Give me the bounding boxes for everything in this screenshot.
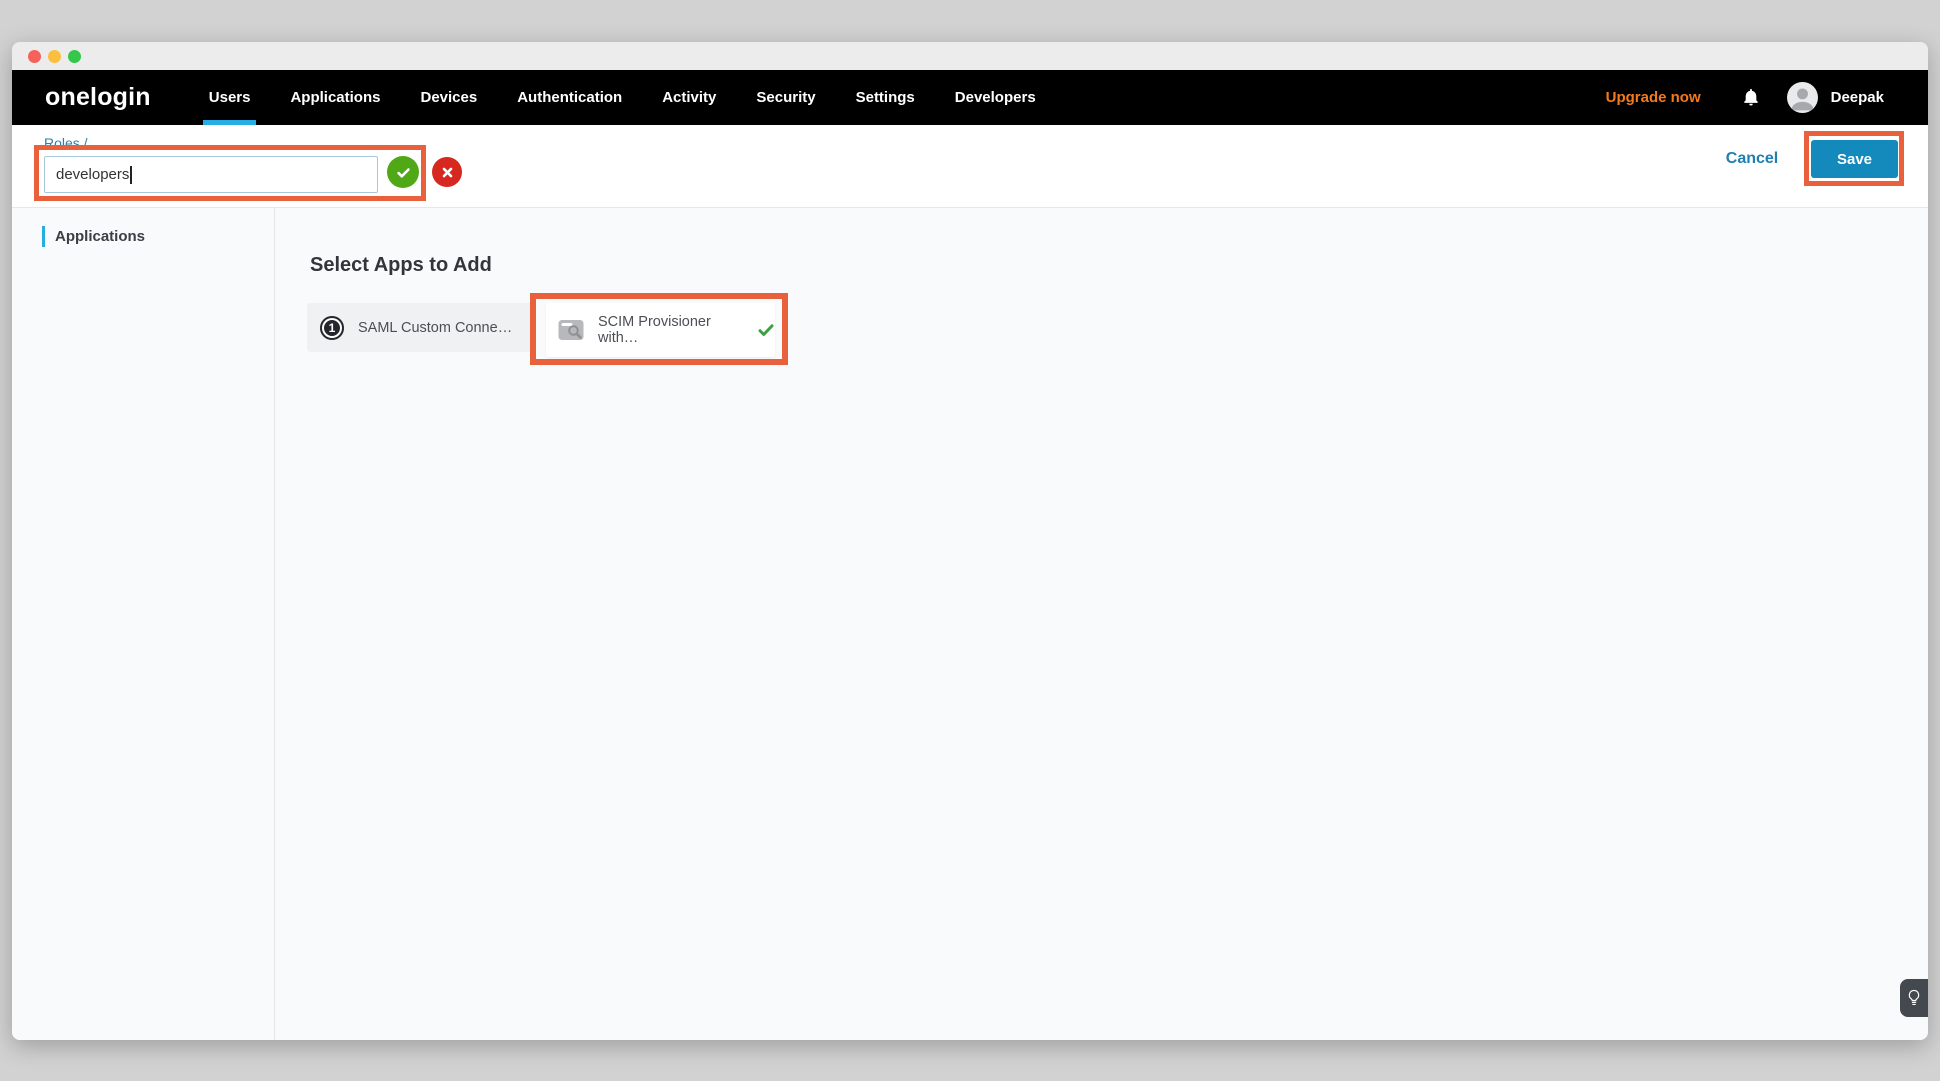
nav-tab-developers[interactable]: Developers (955, 70, 1036, 125)
user-name[interactable]: Deepak (1831, 89, 1884, 106)
window-minimize-button[interactable] (48, 50, 61, 63)
page-header: Roles / developers Cancel Save (12, 125, 1928, 208)
sidebar-item-applications[interactable]: Applications (42, 226, 145, 247)
lightbulb-icon (1907, 989, 1921, 1007)
navbar-right-group: Upgrade now Deepak (1606, 82, 1928, 113)
role-name-value: developers (56, 166, 129, 183)
app-card-saml[interactable]: 1 SAML Custom Conne… (307, 303, 532, 352)
upgrade-now-link[interactable]: Upgrade now (1606, 89, 1701, 106)
text-cursor (130, 166, 132, 184)
nav-tab-settings[interactable]: Settings (856, 70, 915, 125)
window-titlebar (12, 42, 1928, 70)
app-card-magnifier-icon (558, 319, 584, 341)
top-navbar: onelogin Users Applications Devices Auth… (12, 70, 1928, 125)
help-lightbulb-tab[interactable] (1900, 979, 1928, 1017)
app-card-scim[interactable]: SCIM Provisioner with… (546, 303, 775, 357)
nav-tab-security[interactable]: Security (756, 70, 815, 125)
nav-tab-activity[interactable]: Activity (662, 70, 716, 125)
window-zoom-button[interactable] (68, 50, 81, 63)
app-name: SAML Custom Conne… (358, 320, 512, 336)
role-name-input[interactable]: developers (44, 156, 378, 193)
user-avatar[interactable] (1787, 82, 1818, 113)
active-indicator-bar (42, 226, 45, 247)
window-close-button[interactable] (28, 50, 41, 63)
check-icon (395, 164, 412, 181)
breadcrumb[interactable]: Roles / (44, 135, 88, 151)
x-icon (439, 164, 456, 181)
nav-tab-devices[interactable]: Devices (420, 70, 477, 125)
cancel-rename-button[interactable] (432, 157, 462, 187)
sidebar: Applications (12, 208, 275, 1040)
confirm-rename-button[interactable] (387, 156, 419, 188)
content-area: Applications Select Apps to Add 1 SAML C… (12, 208, 1928, 1040)
green-check-icon (757, 321, 775, 339)
page-title: Select Apps to Add (310, 254, 492, 277)
nav-tab-users[interactable]: Users (209, 70, 251, 125)
nav-tab-applications[interactable]: Applications (290, 70, 380, 125)
cancel-button[interactable]: Cancel (1712, 140, 1792, 178)
primary-nav: Users Applications Devices Authenticatio… (209, 70, 1036, 125)
onelogin-logo: onelogin (45, 83, 151, 112)
nav-tab-authentication[interactable]: Authentication (517, 70, 622, 125)
browser-window: onelogin Users Applications Devices Auth… (12, 42, 1928, 1040)
sidebar-item-label: Applications (55, 228, 145, 245)
app-count-badge: 1 (320, 316, 344, 340)
app-name: SCIM Provisioner with… (598, 314, 747, 346)
bell-icon[interactable] (1741, 87, 1761, 109)
save-button[interactable]: Save (1811, 140, 1898, 178)
